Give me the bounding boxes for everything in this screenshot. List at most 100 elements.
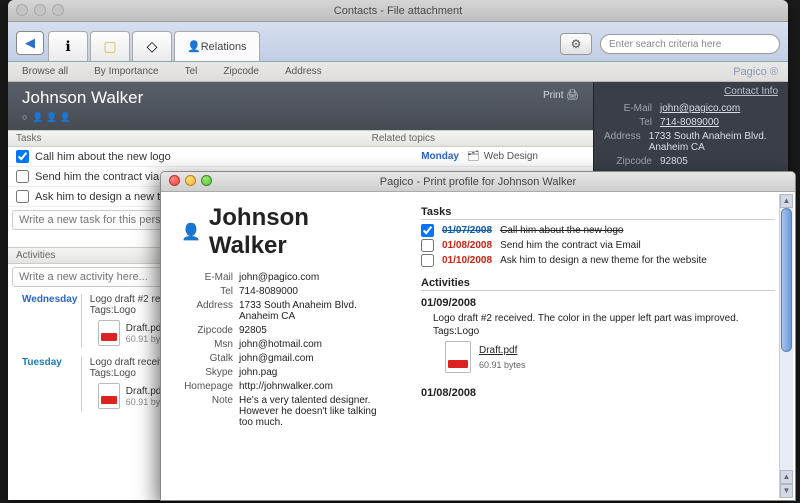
contact-tel[interactable]: 714-8089000 (660, 117, 719, 128)
close-icon[interactable] (16, 4, 28, 16)
print-icon: 🖨 (566, 90, 579, 101)
tab-label: Relations (201, 41, 247, 53)
info-tel: 714-8089000 (239, 286, 391, 297)
info-email: john@pagico.com (239, 272, 391, 283)
filter-bar: Browse all By Importance Tel Zipcode Add… (8, 62, 788, 82)
print-body: 👤 Johnson Walker E-Mailjohn@pagico.com T… (161, 192, 795, 500)
contact-email[interactable]: john@pagico.com (660, 103, 740, 114)
back-button[interactable]: ◀ (16, 31, 44, 55)
tab-relations[interactable]: 👤 Relations (174, 31, 260, 61)
file-icon: ◇ (147, 38, 158, 55)
profile-header: Johnson Walker ○ 👤 👤 👤 Print 🖨 (8, 82, 593, 130)
tasks-header: Tasks Related topics (8, 130, 593, 147)
task-checkbox[interactable] (421, 254, 434, 267)
pdf-icon (98, 383, 120, 409)
print-info-column: 👤 Johnson Walker E-Mailjohn@pagico.com T… (181, 202, 391, 490)
task-checkbox[interactable] (421, 239, 434, 252)
print-task-date: 01/10/2008 (442, 255, 492, 266)
task-topic[interactable]: 🗂Web Design (467, 151, 585, 162)
print-task-row: 01/07/2008 Call him about the new logo (421, 224, 775, 237)
print-task-row: 01/10/2008 Ask him to design a new theme… (421, 254, 775, 267)
print-main-column: Tasks 01/07/2008 Call him about the new … (421, 202, 775, 490)
window-titlebar[interactable]: Contacts - File attachment (8, 0, 788, 22)
tab-info[interactable]: ℹ (48, 31, 88, 61)
contact-info-title: Contact Info (604, 86, 778, 97)
task-checkbox[interactable] (16, 150, 29, 163)
tab-notes[interactable]: ▢ (90, 31, 130, 61)
topic-icon: 🗂 (467, 151, 480, 162)
print-window-title: Pagico - Print profile for Johnson Walke… (380, 176, 576, 188)
traffic-lights (169, 175, 212, 186)
scrollbar[interactable]: ▲ ▲ ▼ (779, 194, 793, 498)
print-task-row: 01/08/2008 Send him the contract via Ema… (421, 239, 775, 252)
person-icon: 👤 (181, 222, 201, 242)
search-input[interactable]: Enter search criteria here (600, 34, 780, 54)
activity-day: Tuesday (22, 357, 78, 368)
contact-zipcode: 92805 (660, 156, 688, 167)
print-window: Pagico - Print profile for Johnson Walke… (160, 171, 796, 501)
scroll-up-icon[interactable]: ▲ (780, 194, 793, 208)
zoom-icon[interactable] (52, 4, 64, 16)
window-title: Contacts - File attachment (334, 5, 462, 17)
print-link[interactable]: Print 🖨 (543, 90, 579, 101)
scroll-down-icon[interactable]: ▼ (780, 484, 793, 498)
scroll-up-icon[interactable]: ▲ (780, 470, 793, 484)
profile-rating-icons: ○ 👤 👤 👤 (22, 112, 143, 123)
activity-tags: Tags:Logo (90, 305, 136, 316)
task-row[interactable]: Call him about the new logo Monday 🗂Web … (8, 147, 593, 167)
pdf-icon (98, 320, 120, 346)
attachment-size: 60.91 bytes (479, 360, 526, 370)
filter-tel[interactable]: Tel (185, 66, 198, 77)
scroll-track[interactable] (780, 208, 793, 470)
profile-name: Johnson Walker (22, 88, 143, 108)
print-profile-name: 👤 Johnson Walker (181, 204, 391, 260)
gear-icon: ⚙ (571, 37, 582, 51)
print-task-text: Call him about the new logo (500, 225, 623, 236)
print-task-text: Send him the contract via Email (500, 240, 641, 251)
info-gtalk: john@gmail.com (239, 353, 391, 364)
task-checkbox[interactable] (16, 190, 29, 203)
attachment-name: Draft.pdf (479, 345, 526, 356)
contact-address: 1733 South Anaheim Blvd. Anaheim CA (649, 131, 778, 153)
minimize-icon[interactable] (185, 175, 196, 186)
filter-browse-all[interactable]: Browse all (22, 66, 68, 77)
traffic-lights (16, 4, 64, 16)
info-zipcode: 92805 (239, 325, 391, 336)
task-checkbox[interactable] (16, 170, 29, 183)
print-task-date: 01/08/2008 (442, 240, 492, 251)
task-checkbox[interactable] (421, 224, 434, 237)
print-task-text: Ask him to design a new theme for the we… (500, 255, 707, 266)
task-text: Call him about the new logo (35, 151, 171, 163)
person-icon: 👤 (187, 40, 201, 53)
print-activity-date: 01/09/2008 (421, 297, 775, 309)
zoom-icon[interactable] (201, 175, 212, 186)
activity-day: Wednesday (22, 294, 78, 305)
task-due: Monday (421, 151, 459, 162)
scroll-thumb[interactable] (781, 208, 792, 352)
activity-tags: Tags:Logo (90, 368, 136, 379)
print-attachment[interactable]: Draft.pdf 60.91 bytes (445, 341, 775, 373)
print-activity-date: 01/08/2008 (421, 387, 775, 399)
settings-button[interactable]: ⚙ (560, 33, 592, 55)
print-activity-text: Logo draft #2 received. The color in the… (433, 313, 775, 324)
print-task-date: 01/07/2008 (442, 225, 492, 236)
info-homepage: http://johnwalker.com (239, 381, 391, 392)
pdf-icon (445, 341, 471, 373)
info-icon: ℹ (65, 38, 70, 55)
minimize-icon[interactable] (34, 4, 46, 16)
info-note: He's a very talented designer. However h… (239, 395, 391, 428)
print-activity-tags: Tags:Logo (433, 326, 775, 337)
print-window-titlebar[interactable]: Pagico - Print profile for Johnson Walke… (161, 172, 795, 192)
filter-zipcode[interactable]: Zipcode (223, 66, 259, 77)
toolbar: ◀ ℹ ▢ ◇ 👤 Relations ⚙ Enter search crite… (8, 22, 788, 62)
info-address: 1733 South Anaheim Blvd. Anaheim CA (239, 300, 391, 322)
filter-address[interactable]: Address (285, 66, 322, 77)
note-icon: ▢ (103, 38, 116, 55)
close-icon[interactable] (169, 175, 180, 186)
print-tasks-header: Tasks (421, 206, 775, 220)
tab-files[interactable]: ◇ (132, 31, 172, 61)
info-skype: john.pag (239, 367, 391, 378)
info-msn: john@hotmail.com (239, 339, 391, 350)
print-activities-header: Activities (421, 277, 775, 291)
filter-importance[interactable]: By Importance (94, 66, 158, 77)
